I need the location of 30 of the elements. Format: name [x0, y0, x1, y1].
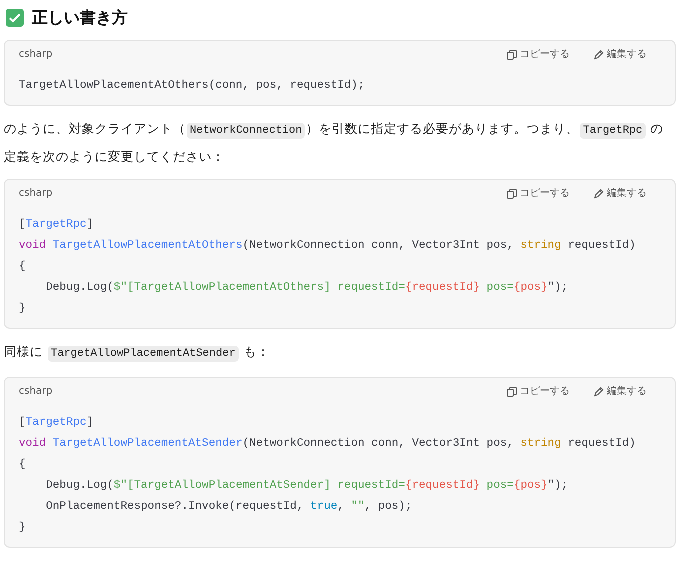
copy-icon: [507, 386, 517, 396]
code-line: TargetAllowPlacementAtOthers(conn, pos, requestId);: [19, 78, 366, 94]
language-label: csharp: [19, 48, 53, 62]
code-line: [TargetRpc]: [19, 218, 95, 233]
code-line: }: [19, 302, 27, 317]
code-line: {: [19, 260, 27, 275]
pencil-icon: [594, 50, 604, 60]
language-label: csharp: [19, 385, 53, 399]
language-label: csharp: [19, 187, 53, 201]
checkmark-icon: [6, 9, 24, 27]
edit-button[interactable]: 編集する: [594, 47, 647, 62]
copy-button[interactable]: コピーする: [507, 47, 570, 62]
copy-icon: [507, 188, 517, 198]
edit-button[interactable]: 編集する: [594, 384, 647, 399]
code-line: void TargetAllowPlacementAtSender(NetworkConnection conn, Vector3Int pos, string requestId): [19, 436, 637, 452]
code-line: Debug.Log($"[TargetAllowPlacementAtOthers] requestId={requestId} pos={pos}");: [45, 280, 570, 296]
pencil-icon: [594, 188, 604, 198]
code-line: }: [19, 520, 27, 536]
code-line: Debug.Log($"[TargetAllowPlacementAtSender] requestId={requestId} pos={pos}");: [45, 478, 570, 494]
code-line: {: [19, 458, 27, 473]
code-line: OnPlacementResponse?.Invoke(requestId, true, "", pos);: [45, 500, 414, 515]
paragraph: のように、対象クライアント（ NetworkConnection ）を引数に指定する必要があります。つまり、 TargetRpc の定義を次のように変更してください：: [3, 120, 665, 166]
pencil-icon: [594, 386, 604, 396]
edit-button[interactable]: 編集する: [594, 186, 647, 201]
copy-button[interactable]: コピーする: [507, 384, 570, 399]
code-line: void TargetAllowPlacementAtOthers(NetworkConnection conn, Vector3Int pos, string requestId): [19, 238, 637, 254]
section-heading: 正しい書き方: [32, 7, 128, 29]
code-line: [TargetRpc]: [19, 416, 95, 431]
copy-icon: [507, 50, 517, 60]
copy-button[interactable]: コピーする: [507, 186, 570, 201]
